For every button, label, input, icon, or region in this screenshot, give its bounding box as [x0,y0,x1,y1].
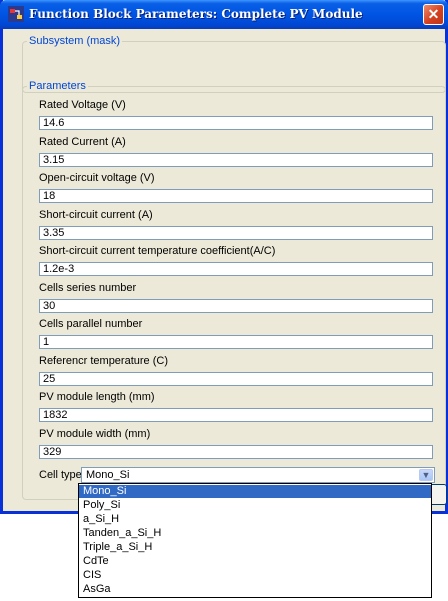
cell-type-select[interactable]: Mono_Si ▼ [81,467,435,483]
close-icon: ✕ [427,6,440,22]
subsystem-mask-legend: Subsystem (mask) [29,35,121,47]
param-input[interactable] [39,116,433,130]
param-input[interactable] [39,189,433,203]
window-title: Function Block Parameters: Complete PV M… [29,7,363,21]
dialog-window: Function Block Parameters: Complete PV M… [0,0,448,514]
cell-type-dropdown-list[interactable]: Mono_Si Poly_Si a_Si_H Tanden_a_Si_H Triple_… [78,483,432,598]
param-label: PV module length (mm) [39,391,155,403]
param-label: Rated Current (A) [39,136,126,148]
close-button[interactable]: ✕ [423,4,444,25]
param-input[interactable] [39,153,433,167]
dropdown-option[interactable]: a_Si_H [79,513,431,526]
parameters-legend: Parameters [29,80,86,92]
dropdown-option[interactable]: Triple_a_Si_H [79,541,431,554]
param-input[interactable] [39,372,433,386]
dropdown-option[interactable]: Mono_Si [79,485,431,498]
param-input[interactable] [39,335,433,349]
param-input[interactable] [39,262,433,276]
param-input[interactable] [39,408,433,422]
param-label: Referencr temperature (C) [39,355,168,367]
param-input[interactable] [39,445,433,459]
param-label: Cells parallel number [39,318,143,330]
param-input[interactable] [39,299,433,313]
dropdown-option[interactable]: AsGa [79,583,431,596]
param-label: Cells series number [39,282,137,294]
cell-type-label: Cell type [39,469,82,481]
dropdown-option[interactable]: CdTe [79,555,431,568]
param-label: Short-circuit current temperature coeffi… [39,245,276,257]
param-input[interactable] [39,226,433,240]
param-label: Short-circuit current (A) [39,209,153,221]
dropdown-option[interactable]: Tanden_a_Si_H [79,527,431,540]
dropdown-option[interactable]: CIS [79,569,431,582]
param-label: PV module width (mm) [39,428,151,440]
title-bar[interactable]: Function Block Parameters: Complete PV M… [0,0,448,29]
param-label: Open-circuit voltage (V) [39,172,155,184]
simulink-block-icon [8,6,24,22]
dropdown-option[interactable]: Poly_Si [79,499,431,512]
chevron-down-icon[interactable]: ▼ [419,469,433,481]
param-label: Rated Voltage (V) [39,99,126,111]
cell-type-value: Mono_Si [86,469,130,481]
